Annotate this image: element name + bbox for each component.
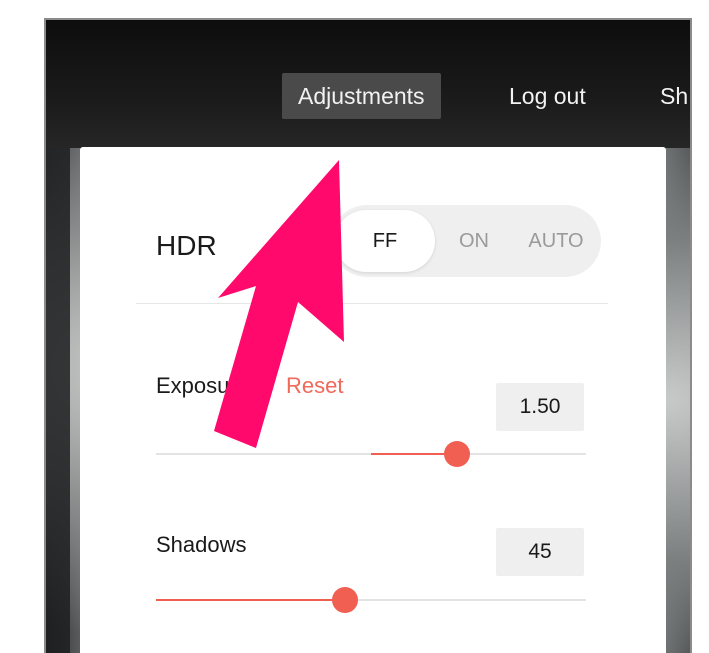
exposure-label: Exposu [156, 373, 230, 398]
top-navigation-bar: Adjustments Log out Sh [46, 20, 690, 148]
shadows-label: Shadows [156, 532, 247, 557]
adjustments-panel: HDR FF ON AUTO Exposu Reset 1.50 Shadows… [80, 147, 666, 653]
hdr-label: HDR [156, 230, 217, 261]
background-pillar-left [46, 140, 70, 653]
shadows-slider-fill [156, 599, 346, 601]
app-window: Adjustments Log out Sh HDR FF ON AUTO Ex… [44, 18, 692, 653]
nav-adjustments[interactable]: Adjustments [282, 73, 441, 119]
hdr-option-on[interactable]: ON [444, 205, 504, 277]
shadows-slider[interactable] [156, 587, 586, 613]
hdr-toggle: FF ON AUTO [331, 205, 601, 277]
hdr-option-off[interactable]: FF [335, 210, 435, 272]
nav-share-truncated[interactable]: Sh [660, 73, 688, 119]
exposure-reset-link[interactable]: Reset [286, 373, 343, 399]
exposure-slider-thumb[interactable] [444, 441, 470, 467]
hdr-option-auto[interactable]: AUTO [516, 205, 596, 277]
section-divider [136, 303, 608, 304]
exposure-slider[interactable] [156, 441, 586, 467]
shadows-slider-thumb[interactable] [332, 587, 359, 613]
nav-log-out[interactable]: Log out [509, 73, 586, 119]
exposure-value-field[interactable]: 1.50 [496, 383, 584, 431]
shadows-value-field[interactable]: 45 [496, 528, 584, 576]
